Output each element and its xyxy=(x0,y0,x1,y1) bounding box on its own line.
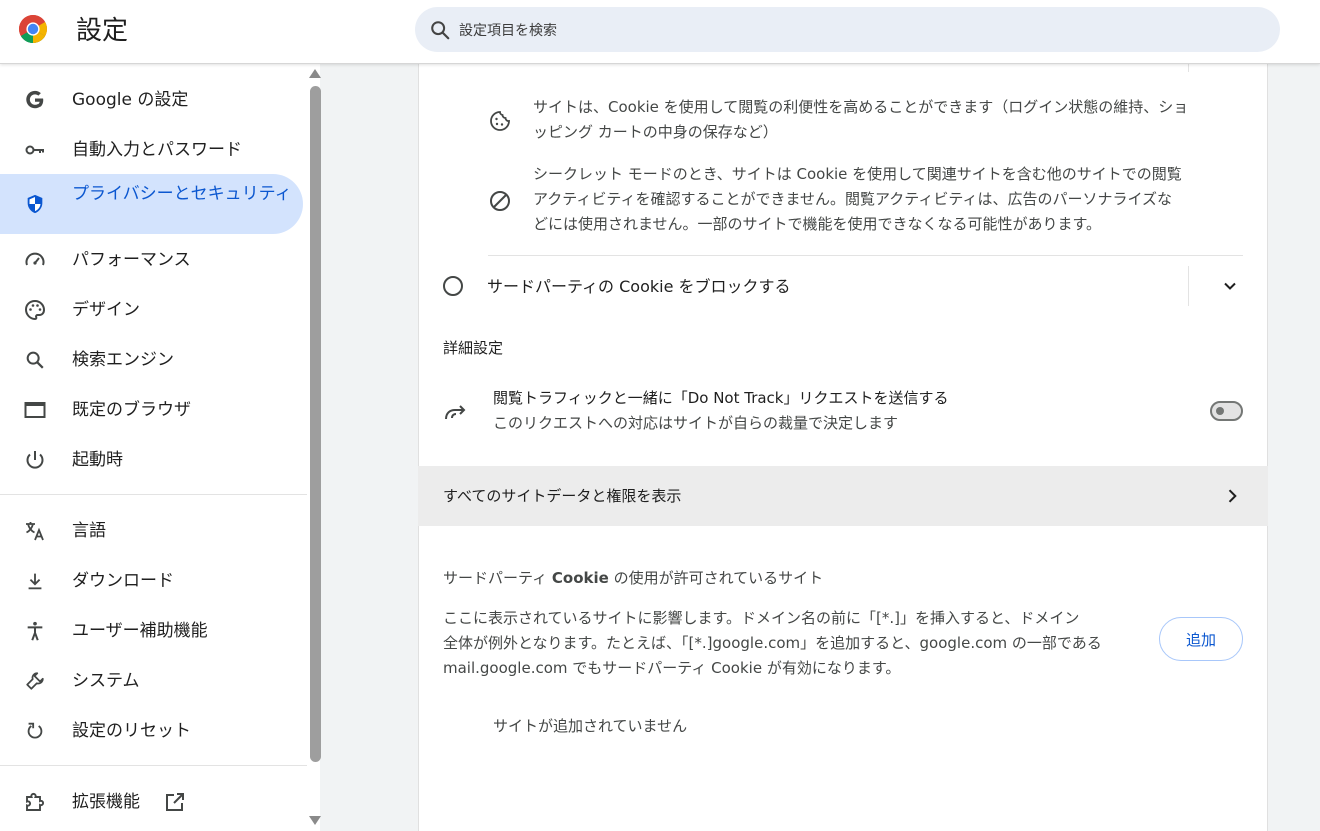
dnt-subtitle: このリクエストへの対応はサイトが自らの裁量で決定します xyxy=(493,414,899,432)
extension-icon xyxy=(22,789,48,815)
cookie-info-2-line2: アクティビティを確認することができません。閲覧アクティビティは、広告のパーソナラ… xyxy=(533,190,1173,208)
sidebar-item-label: Google の設定 xyxy=(72,89,189,110)
separator xyxy=(488,255,1243,256)
accessibility-icon xyxy=(22,618,48,644)
search-icon xyxy=(431,21,450,40)
sidebar-item-autofill[interactable]: 自動入力とパスワード xyxy=(0,125,303,175)
sidebar-item-label: 拡張機能 xyxy=(72,791,140,812)
page-title: 設定 xyxy=(76,16,129,46)
sidebar-scrollbar[interactable] xyxy=(310,86,321,762)
block-third-party-radio[interactable] xyxy=(443,276,463,296)
allowed-sites-desc-line2: 全体が例外となります。たとえば、「[*.]google.com」を追加すると、g… xyxy=(443,634,1102,652)
sidebar-item-label: パフォーマンス xyxy=(72,249,191,270)
search-input[interactable]: 設定項目を検索 xyxy=(459,20,557,40)
sidebar-item-label: 自動入力とパスワード xyxy=(72,139,242,160)
toggle-knob xyxy=(1216,407,1224,415)
sidebar-item-label: ダウンロード xyxy=(72,570,174,591)
power-icon xyxy=(22,447,48,473)
allowed-sites-heading: サードパーティ Cookie の使用が許可されているサイト xyxy=(443,566,823,591)
sidebar-item-system[interactable]: システム xyxy=(0,656,303,706)
chevron-down-icon[interactable] xyxy=(1220,276,1240,296)
download-icon xyxy=(22,568,48,594)
heading-suffix: の使用が許可されているサイト xyxy=(608,569,824,587)
sidebar-item-search-engine[interactable]: 検索エンジン xyxy=(0,335,303,385)
sidebar-item-label: 起動時 xyxy=(72,449,123,470)
palette-icon xyxy=(22,297,48,323)
search-icon xyxy=(22,347,48,373)
sidebar-item-extensions[interactable]: 拡張機能 xyxy=(0,777,303,827)
chevron-right-icon[interactable] xyxy=(1222,486,1242,506)
allowed-sites-desc-line1: ここに表示されているサイトに影響します。ドメイン名の前に「[*.]」を挿入すると… xyxy=(443,609,1080,627)
open-in-new-icon xyxy=(166,793,184,811)
translate-icon xyxy=(22,518,48,544)
advanced-heading: 詳細設定 xyxy=(443,339,504,357)
heading-prefix: サードパーティ xyxy=(443,569,552,587)
separator xyxy=(1188,266,1189,306)
sidebar-divider xyxy=(0,765,307,766)
cookie-info-2-line3: どには使用されません。一部のサイトで機能を使用できなくなる可能性があります。 xyxy=(533,215,1102,233)
separator xyxy=(1188,64,1189,72)
dnt-title: 閲覧トラフィックと一緒に「Do Not Track」リクエストを送信する xyxy=(493,389,949,407)
shield-icon xyxy=(22,191,48,217)
reset-icon xyxy=(22,718,48,744)
sidebar-item-label: プライバシーとセキュリティ xyxy=(72,184,292,204)
add-site-button[interactable]: 追加 xyxy=(1159,617,1243,661)
empty-sites-text: サイトが追加されていません xyxy=(493,717,688,735)
browser-window-icon xyxy=(22,397,48,423)
allowed-sites-desc-line3: mail.google.com でもサードパーティ Cookie が有効になりま… xyxy=(443,659,901,677)
sidebar-item-label: 言語 xyxy=(72,520,106,541)
sidebar-item-google[interactable]: Google の設定 xyxy=(0,75,303,125)
block-icon xyxy=(490,191,510,211)
google-g-icon xyxy=(22,87,48,113)
sidebar-divider xyxy=(0,494,307,495)
cookie-info-1-line2: ッピング カートの中身の保存など） xyxy=(533,123,778,141)
sidebar-item-performance[interactable]: パフォーマンス xyxy=(0,235,303,285)
sidebar-item-label: 既定のブラウザ xyxy=(72,399,191,420)
search-bar[interactable]: 設定項目を検索 xyxy=(415,7,1280,52)
sidebar-item-appearance[interactable]: デザイン xyxy=(0,285,303,335)
sidebar-item-languages[interactable]: 言語 xyxy=(0,506,303,556)
sidebar-item-accessibility[interactable]: ユーザー補助機能 xyxy=(0,606,303,656)
dnt-toggle[interactable] xyxy=(1210,401,1243,421)
sidebar-item-downloads[interactable]: ダウンロード xyxy=(0,556,303,606)
sidebar: Google の設定 自動入力とパスワード プライバシーとセキュリティ パフォー… xyxy=(0,64,320,831)
sidebar-item-reset[interactable]: 設定のリセット xyxy=(0,706,303,756)
cookie-icon xyxy=(490,111,510,131)
all-site-data-label[interactable]: すべてのサイトデータと権限を表示 xyxy=(443,484,681,509)
sidebar-item-label: 検索エンジン xyxy=(72,349,174,370)
redirect-icon xyxy=(445,405,466,420)
key-icon xyxy=(22,137,48,163)
sidebar-item-label: デザイン xyxy=(72,299,140,320)
sidebar-item-label: システム xyxy=(72,670,140,691)
scroll-up-arrow[interactable] xyxy=(309,69,321,78)
cookie-info-1-line1: サイトは、Cookie を使用して閲覧の利便性を高めることができます（ログイン状… xyxy=(533,98,1189,116)
chrome-logo-icon xyxy=(19,15,47,43)
wrench-icon xyxy=(22,668,48,694)
sidebar-item-label: 設定のリセット xyxy=(72,720,191,741)
sidebar-item-label: ユーザー補助機能 xyxy=(72,620,208,641)
cookie-info-2-line1: シークレット モードのとき、サイトは Cookie を使用して関連サイトを含む他… xyxy=(533,165,1182,183)
sidebar-item-on-startup[interactable]: 起動時 xyxy=(0,435,303,485)
top-header: 設定 設定項目を検索 xyxy=(0,0,1320,64)
block-third-party-label[interactable]: サードパーティの Cookie をブロックする xyxy=(487,274,791,299)
sidebar-item-default-browser[interactable]: 既定のブラウザ xyxy=(0,385,303,435)
sidebar-item-privacy[interactable]: プライバシーとセキュリティ xyxy=(0,174,303,234)
heading-bold: Cookie xyxy=(551,569,609,587)
speedometer-icon xyxy=(22,247,48,273)
scroll-down-arrow[interactable] xyxy=(309,816,321,825)
